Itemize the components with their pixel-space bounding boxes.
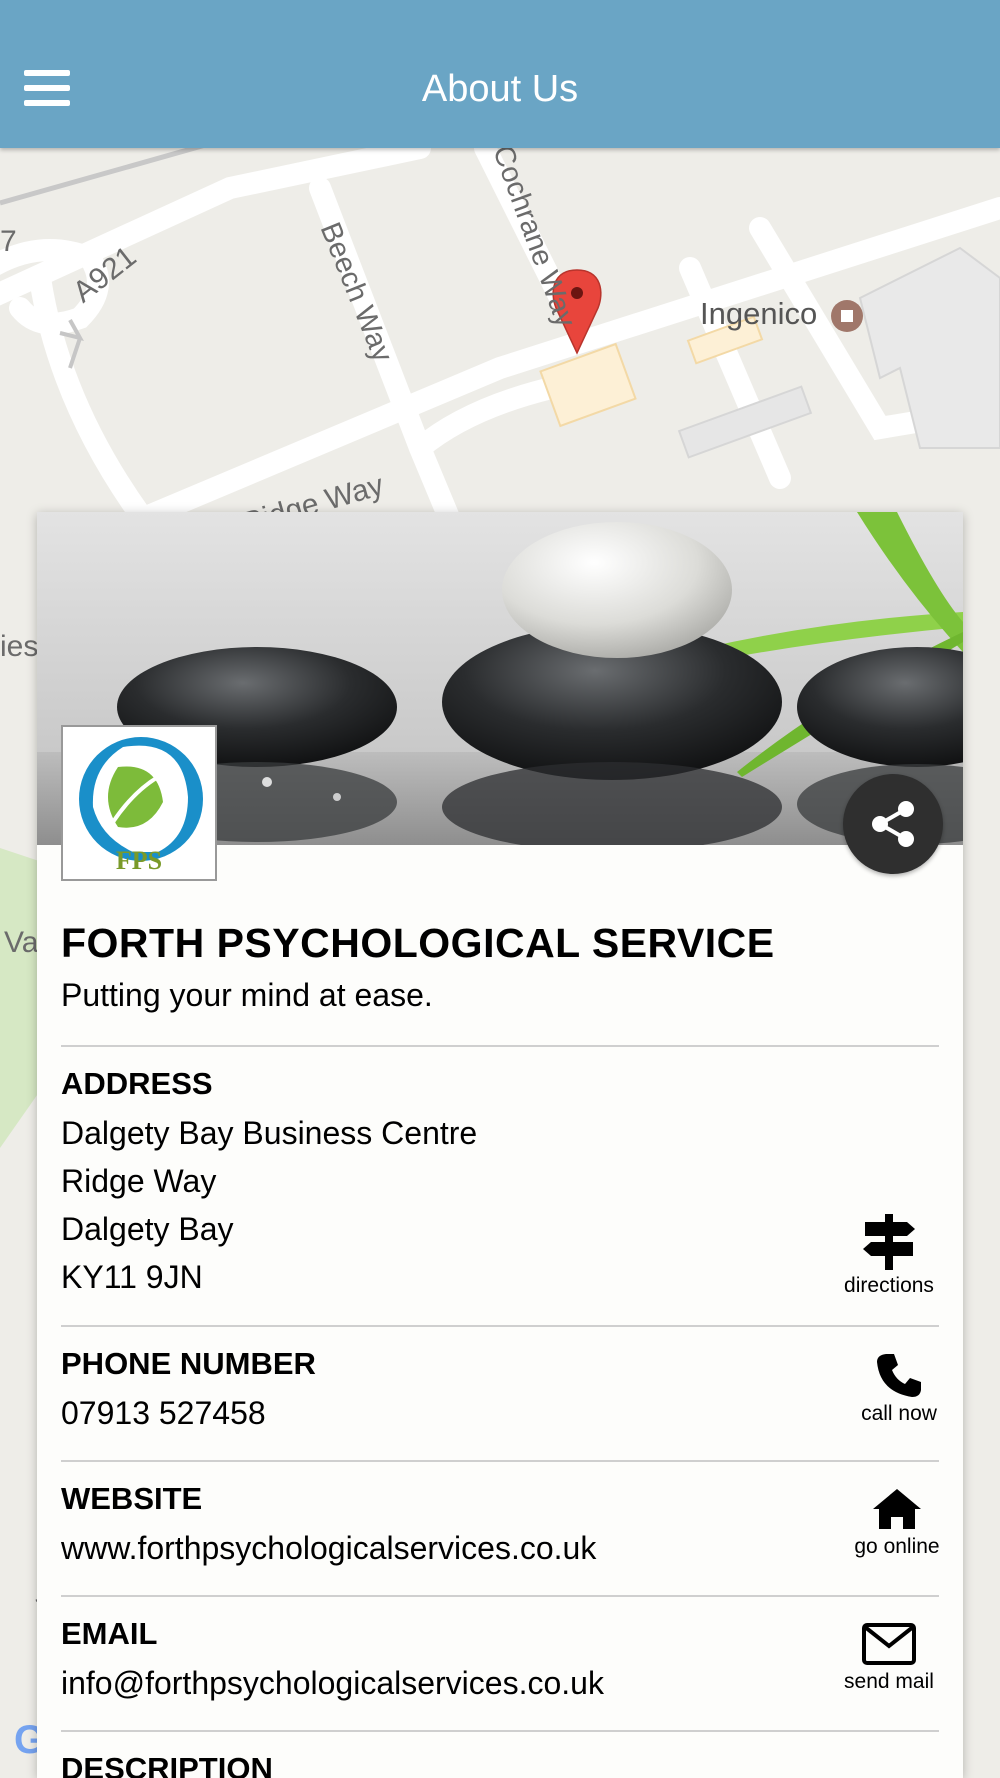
phone-value[interactable]: 07913 527458 <box>61 1395 266 1432</box>
address-title: ADDRESS <box>61 1066 213 1101</box>
address-line-2: Ridge Way <box>61 1163 217 1199</box>
logo-text: FPS <box>116 846 162 875</box>
email-value[interactable]: info@forthpsychologicalservices.co.uk <box>61 1665 604 1702</box>
business-name: FORTH PSYCHOLOGICAL SERVICE <box>61 920 775 966</box>
call-now-button[interactable]: call now <box>849 1352 949 1426</box>
description-title: DESCRIPTION <box>61 1751 273 1778</box>
send-mail-label: send mail <box>844 1670 934 1693</box>
poi-label-ingenico: Ingenico <box>700 296 818 331</box>
divider <box>61 1045 939 1047</box>
send-mail-button[interactable]: send mail <box>839 1622 939 1694</box>
go-online-label: go online <box>854 1535 940 1558</box>
divider <box>61 1730 939 1732</box>
go-online-button[interactable]: go online <box>847 1487 947 1559</box>
business-logo: FPS <box>61 725 217 881</box>
partial-label-7: 7 <box>0 225 17 258</box>
website-value[interactable]: www.forthpsychologicalservices.co.uk <box>61 1530 596 1567</box>
divider <box>61 1325 939 1327</box>
divider <box>61 1595 939 1597</box>
partial-label-ies: ies <box>0 630 39 663</box>
app-header: About Us <box>0 0 1000 148</box>
email-title: EMAIL <box>61 1616 158 1651</box>
page-title: About Us <box>421 68 579 110</box>
share-icon <box>872 801 914 847</box>
directions-button[interactable]: directions <box>839 1214 939 1298</box>
business-tagline: Putting your mind at ease. <box>61 977 433 1013</box>
address-line-4: KY11 9JN <box>61 1259 203 1295</box>
website-title: WEBSITE <box>61 1481 203 1516</box>
phone-icon <box>877 1354 921 1397</box>
address-line-3: Dalgety Bay <box>61 1211 234 1247</box>
call-now-label: call now <box>861 1402 937 1425</box>
directions-label: directions <box>844 1274 934 1297</box>
divider <box>61 1460 939 1462</box>
phone-title: PHONE NUMBER <box>61 1346 316 1381</box>
signpost-icon <box>863 1214 915 1270</box>
partial-label-va: Va <box>4 926 39 959</box>
business-card: FPS FORTH PSYCHOLOGICAL SERVICE Putting … <box>37 512 963 1778</box>
address-line-1: Dalgety Bay Business Centre <box>61 1115 478 1151</box>
home-icon <box>873 1489 921 1529</box>
share-button[interactable] <box>843 774 943 874</box>
envelope-icon <box>862 1623 916 1665</box>
